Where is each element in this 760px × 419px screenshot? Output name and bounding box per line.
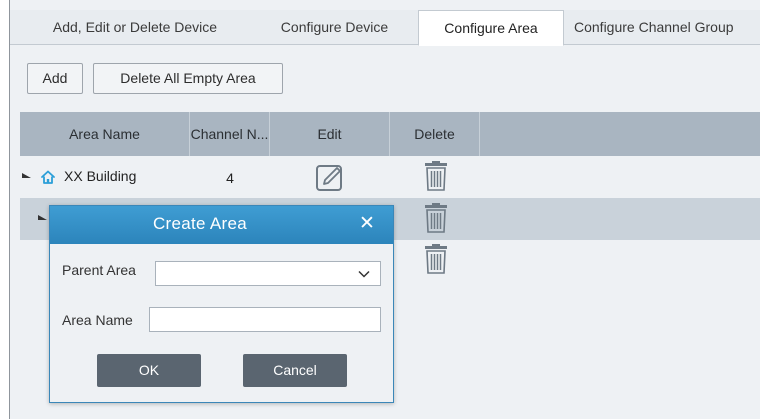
column-header-edit: Edit [270, 112, 390, 156]
column-header-delete: Delete [390, 112, 480, 156]
trash-icon[interactable] [424, 203, 448, 233]
close-icon[interactable]: ✕ [355, 210, 379, 238]
add-button[interactable]: Add [27, 63, 83, 94]
tab-configure-area[interactable]: Configure Area [418, 10, 564, 46]
delete-all-empty-area-button[interactable]: Delete All Empty Area [93, 63, 283, 94]
tab-strip: Add, Edit or Delete Device Configure Dev… [10, 10, 760, 46]
create-area-dialog: Create Area ✕ Parent Area Area Name OK C… [49, 205, 394, 403]
edit-icon[interactable] [315, 163, 345, 193]
expand-triangle-icon[interactable] [22, 173, 31, 178]
table-row[interactable]: XX Building 4 [20, 156, 760, 198]
dialog-title-bar[interactable]: Create Area ✕ [50, 206, 393, 244]
ok-button[interactable]: OK [97, 354, 201, 387]
dialog-title: Create Area [152, 214, 248, 233]
trash-icon[interactable] [424, 161, 448, 191]
home-icon [41, 170, 55, 184]
parent-area-select[interactable] [155, 261, 381, 286]
channel-count-cell: 4 [226, 170, 234, 186]
column-header-channel-number[interactable]: Channel N... [190, 112, 270, 156]
parent-area-label: Parent Area [62, 262, 136, 278]
column-header-area-name[interactable]: Area Name [20, 112, 190, 156]
cancel-button[interactable]: Cancel [243, 354, 347, 387]
table-header: Area Name Channel N... Edit Delete [20, 112, 760, 156]
tab-configure-channel-group[interactable]: Configure Channel Group [574, 10, 760, 45]
chevron-down-icon [358, 270, 370, 278]
area-name-input[interactable] [149, 307, 381, 332]
trash-icon[interactable] [424, 244, 448, 274]
tab-add-edit-delete-device[interactable]: Add, Edit or Delete Device [30, 10, 240, 45]
tab-configure-device[interactable]: Configure Device [262, 10, 407, 45]
area-name-label: Area Name [62, 312, 133, 328]
area-name-cell: XX Building [64, 168, 137, 184]
toolbar: Add Delete All Empty Area [10, 46, 760, 110]
expand-triangle-icon[interactable] [38, 215, 47, 220]
